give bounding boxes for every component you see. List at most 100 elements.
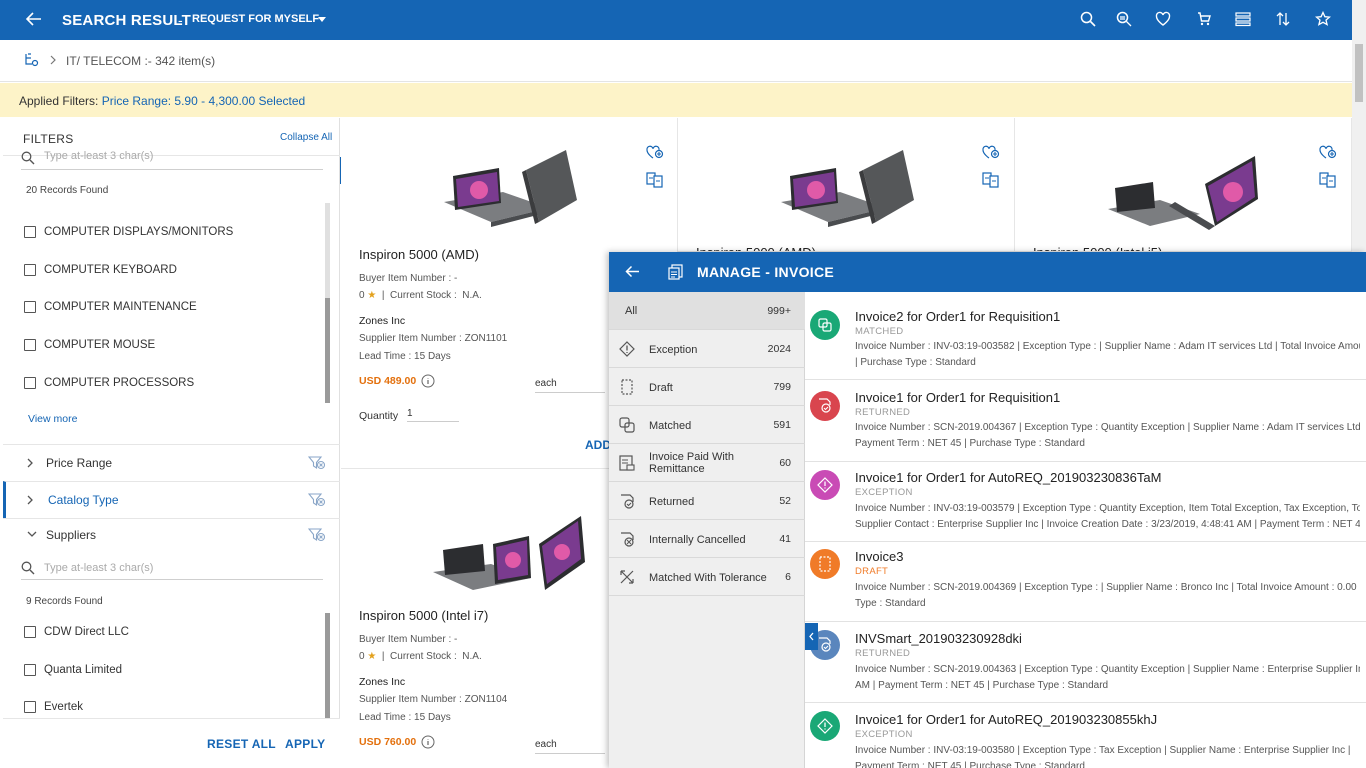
invoice-title[interactable]: Invoice1 for Order1 for AutoREQ_20190323… (855, 470, 1161, 485)
apply-button[interactable]: APPLY (285, 737, 325, 751)
uom-select[interactable]: each (535, 739, 605, 754)
add-to-favorites-icon[interactable] (646, 144, 664, 160)
supplier-scrollbar[interactable] (325, 613, 330, 718)
invoice-status: EXCEPTION (855, 729, 913, 740)
supplier-checkbox[interactable]: Evertek (24, 701, 83, 713)
invoice-row[interactable]: INVSmart_201903230928dki RETURNED Invoic… (805, 623, 1366, 703)
category-tree-icon[interactable] (24, 53, 40, 67)
checkbox[interactable] (24, 664, 36, 676)
info-icon[interactable] (421, 374, 435, 388)
status-item-matched-with-tolerance[interactable]: Matched With Tolerance 6 (609, 558, 805, 596)
quantity-input[interactable]: 1 (407, 408, 459, 422)
invoice-title[interactable]: Invoice3 (855, 549, 903, 564)
status-label: Invoice Paid With Remittance (649, 451, 734, 475)
clear-filter-icon[interactable] (308, 528, 326, 542)
status-item-paid-with-remittance[interactable]: Invoice Paid With Remittance 60 (609, 444, 805, 482)
category-checkbox[interactable]: COMPUTER PROCESSORS (24, 377, 194, 389)
uom-select[interactable]: each (535, 378, 605, 393)
back-arrow-icon[interactable] (26, 12, 42, 26)
add-to-favorites-icon[interactable] (982, 144, 1000, 160)
invoice-title[interactable]: Invoice1 for Order1 for AutoREQ_20190323… (855, 712, 1157, 727)
exception-status-icon (810, 470, 840, 500)
checkbox[interactable] (24, 264, 36, 276)
clear-filter-icon[interactable] (308, 493, 326, 507)
status-item-exception[interactable]: Exception 2024 (609, 330, 805, 368)
returned-icon (619, 493, 635, 509)
clear-filter-icon[interactable] (308, 456, 326, 470)
category-checkbox[interactable]: COMPUTER MAINTENANCE (24, 301, 197, 313)
invoice-row[interactable]: Invoice1 for Order1 for AutoREQ_20190323… (805, 463, 1366, 542)
filter-group-price-range[interactable]: Price Range (3, 444, 340, 481)
invoice-title[interactable]: INVSmart_201903230928dki (855, 631, 1022, 646)
product-name[interactable]: Inspiron 5000 (Intel i7) (359, 608, 488, 623)
star-icon[interactable] (1315, 11, 1331, 27)
status-item-internally-cancelled[interactable]: Internally Cancelled 41 (609, 520, 805, 558)
laptop-image (1108, 156, 1258, 230)
invoice-title[interactable]: Invoice1 for Order1 for Requisition1 (855, 390, 1060, 405)
status-count: 60 (779, 457, 791, 469)
add-to-cart-button[interactable]: ADD (585, 438, 611, 452)
info-icon[interactable] (421, 735, 435, 749)
checkbox[interactable] (24, 701, 36, 713)
invoice-row[interactable]: Invoice1 for Order1 for AutoREQ_20190323… (805, 704, 1366, 768)
category-checkbox[interactable]: COMPUTER MOUSE (24, 339, 155, 351)
checkbox[interactable] (24, 377, 36, 389)
supplier-records-found: 9 Records Found (26, 596, 103, 607)
reset-all-button[interactable]: RESET ALL (207, 737, 276, 751)
quantity-label: Quantity (359, 410, 399, 422)
supplier-search-field[interactable]: Type at-least 3 char(s) (21, 558, 323, 580)
compare-icon[interactable] (982, 172, 1000, 188)
invoice-row[interactable]: Invoice3 DRAFT Invoice Number : SCN-2019… (805, 543, 1366, 622)
lead-time: Lead Time : 15 Days (359, 712, 451, 723)
chevron-down-icon[interactable] (318, 17, 326, 22)
list-view-icon[interactable] (1235, 11, 1251, 27)
scrollbar-thumb[interactable] (1355, 44, 1363, 102)
category-checkbox[interactable]: COMPUTER DISPLAYS/MONITORS (24, 226, 233, 238)
lead-time-value: 15 Days (414, 712, 451, 723)
category-checkbox[interactable]: COMPUTER KEYBOARD (24, 264, 177, 276)
cart-icon[interactable] (1196, 11, 1212, 27)
exception-status-icon (810, 711, 840, 741)
collapse-all-link[interactable]: Collapse All (280, 132, 332, 143)
supplier-checkbox[interactable]: Quanta Limited (24, 664, 122, 676)
checkbox[interactable] (24, 301, 36, 313)
search-icon[interactable] (1080, 11, 1096, 27)
invoice-row[interactable]: Invoice2 for Order1 for Requisition1 MAT… (805, 300, 1366, 380)
status-item-matched[interactable]: Matched 591 (609, 406, 805, 444)
filter-group-suppliers[interactable]: Suppliers (3, 518, 340, 554)
breadcrumb-category[interactable]: IT/ TELECOM :- 342 item(s) (66, 54, 215, 68)
category-scrollbar[interactable] (325, 203, 330, 403)
compare-icon[interactable] (646, 172, 664, 188)
product-card[interactable]: Inspiron 5000 (Intel i5) (1015, 118, 1352, 252)
view-more-link[interactable]: View more (28, 413, 77, 425)
category-search-field[interactable]: Type at-least 3 char(s) (21, 148, 323, 170)
status-label: Returned (649, 496, 695, 508)
invoice-row[interactable]: Invoice1 for Order1 for Requisition1 RET… (805, 381, 1366, 462)
sort-icon[interactable] (1276, 11, 1290, 27)
filter-group-catalog-type[interactable]: Catalog Type (3, 481, 340, 518)
heart-icon[interactable] (1155, 11, 1171, 27)
product-name[interactable]: Inspiron 5000 (AMD) (359, 247, 479, 262)
invoice-title[interactable]: Invoice2 for Order1 for Requisition1 (855, 309, 1060, 324)
invoice-status: EXCEPTION (855, 487, 913, 498)
compare-icon[interactable] (1319, 172, 1337, 188)
collapse-panel-tab[interactable] (805, 623, 818, 650)
invoice-details: Supplier Contact : Enterprise Supplier I… (855, 519, 1360, 530)
checkbox[interactable] (24, 626, 36, 638)
applied-filter-value[interactable]: Price Range: 5.90 - 4,300.00 Selected (102, 94, 305, 108)
add-to-favorites-icon[interactable] (1319, 144, 1337, 160)
status-item-all[interactable]: All 999+ (609, 292, 805, 330)
supplier-checkbox[interactable]: CDW Direct LLC (24, 626, 129, 638)
filter-actions: RESET ALL APPLY (3, 718, 340, 768)
product-card[interactable]: Inspiron 5000 (AMD) (678, 118, 1015, 252)
advanced-search-icon[interactable] (1116, 11, 1132, 27)
request-for-dropdown[interactable]: REQUEST FOR MYSELF (192, 13, 319, 25)
chevron-down-icon (27, 531, 37, 538)
checkbox[interactable] (24, 339, 36, 351)
draft-icon (619, 379, 635, 395)
back-arrow-icon[interactable] (625, 265, 640, 278)
status-item-draft[interactable]: Draft 799 (609, 368, 805, 406)
title-separator: - (178, 12, 183, 28)
checkbox[interactable] (24, 226, 36, 238)
status-item-returned[interactable]: Returned 52 (609, 482, 805, 520)
